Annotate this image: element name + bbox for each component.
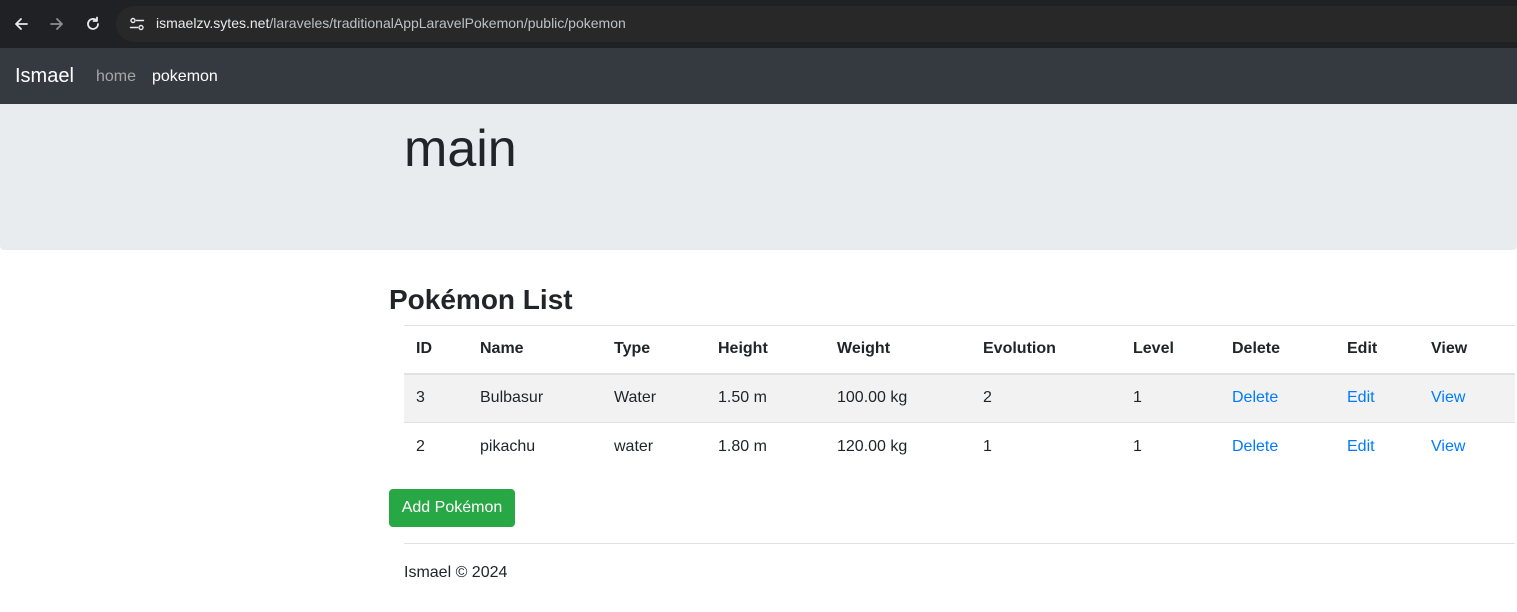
nav-link-pokemon[interactable]: pokemon (152, 68, 218, 86)
cell-height: 1.80 m (706, 422, 825, 472)
column-header-evolution: Evolution (971, 325, 1121, 375)
column-header-weight: Weight (825, 325, 971, 375)
column-header-edit: Edit (1335, 325, 1419, 375)
url-host: ismaelzv.sytes.net (156, 15, 270, 31)
jumbotron: main (0, 104, 1517, 250)
reload-icon[interactable] (81, 12, 105, 36)
back-arrow-icon[interactable] (9, 12, 33, 36)
cell-edit: Edit (1335, 373, 1419, 423)
column-header-type: Type (602, 325, 706, 375)
column-header-height: Height (706, 325, 825, 375)
pokemon-table: ID Name Type Height Weight Evolution Lev… (404, 325, 1515, 472)
add-pokemon-button[interactable]: Add Pokémon (389, 489, 515, 527)
site-info-icon[interactable] (128, 15, 146, 33)
table-row: 3 Bulbasur Water 1.50 m 100.00 kg 2 1 De… (404, 373, 1515, 423)
cell-height: 1.50 m (706, 373, 825, 423)
cell-name: Bulbasur (468, 373, 602, 423)
cell-edit: Edit (1335, 422, 1419, 472)
cell-view: View (1419, 373, 1515, 423)
cell-type: Water (602, 373, 706, 423)
url-path: /laraveles/traditionalAppLaravelPokemon/… (269, 15, 626, 31)
view-link[interactable]: View (1431, 438, 1465, 455)
column-header-level: Level (1121, 325, 1220, 375)
footer-divider (404, 543, 1515, 544)
cell-id: 3 (404, 373, 468, 423)
url-text: ismaelzv.sytes.net/laraveles/traditional… (156, 15, 626, 31)
nav-link-home[interactable]: home (96, 68, 136, 86)
table-header-row: ID Name Type Height Weight Evolution Lev… (404, 325, 1515, 375)
edit-link[interactable]: Edit (1347, 438, 1375, 455)
address-bar[interactable]: ismaelzv.sytes.net/laraveles/traditional… (116, 6, 1517, 42)
navbar-brand[interactable]: Ismael (15, 65, 74, 88)
delete-link[interactable]: Delete (1232, 438, 1278, 455)
table-row: 2 pikachu water 1.80 m 120.00 kg 1 1 Del… (404, 422, 1515, 472)
column-header-id: ID (404, 325, 468, 375)
cell-delete: Delete (1220, 422, 1335, 472)
cell-level: 1 (1121, 373, 1220, 423)
cell-delete: Delete (1220, 373, 1335, 423)
forward-arrow-icon[interactable] (45, 12, 69, 36)
column-header-delete: Delete (1220, 325, 1335, 375)
cell-name: pikachu (468, 422, 602, 472)
cell-weight: 100.00 kg (825, 373, 971, 423)
cell-id: 2 (404, 422, 468, 472)
view-link[interactable]: View (1431, 389, 1465, 406)
cell-weight: 120.00 kg (825, 422, 971, 472)
column-header-name: Name (468, 325, 602, 375)
browser-toolbar: ismaelzv.sytes.net/laraveles/traditional… (0, 0, 1517, 48)
footer-copyright: Ismael © 2024 (404, 564, 508, 581)
cell-type: water (602, 422, 706, 472)
jumbotron-title: main (404, 120, 517, 178)
cell-level: 1 (1121, 422, 1220, 472)
page-title: Pokémon List (389, 284, 573, 315)
edit-link[interactable]: Edit (1347, 389, 1375, 406)
delete-link[interactable]: Delete (1232, 389, 1278, 406)
cell-view: View (1419, 422, 1515, 472)
navbar: Ismael home pokemon (0, 48, 1517, 104)
column-header-view: View (1419, 325, 1515, 375)
cell-evolution: 1 (971, 422, 1121, 472)
cell-evolution: 2 (971, 373, 1121, 423)
